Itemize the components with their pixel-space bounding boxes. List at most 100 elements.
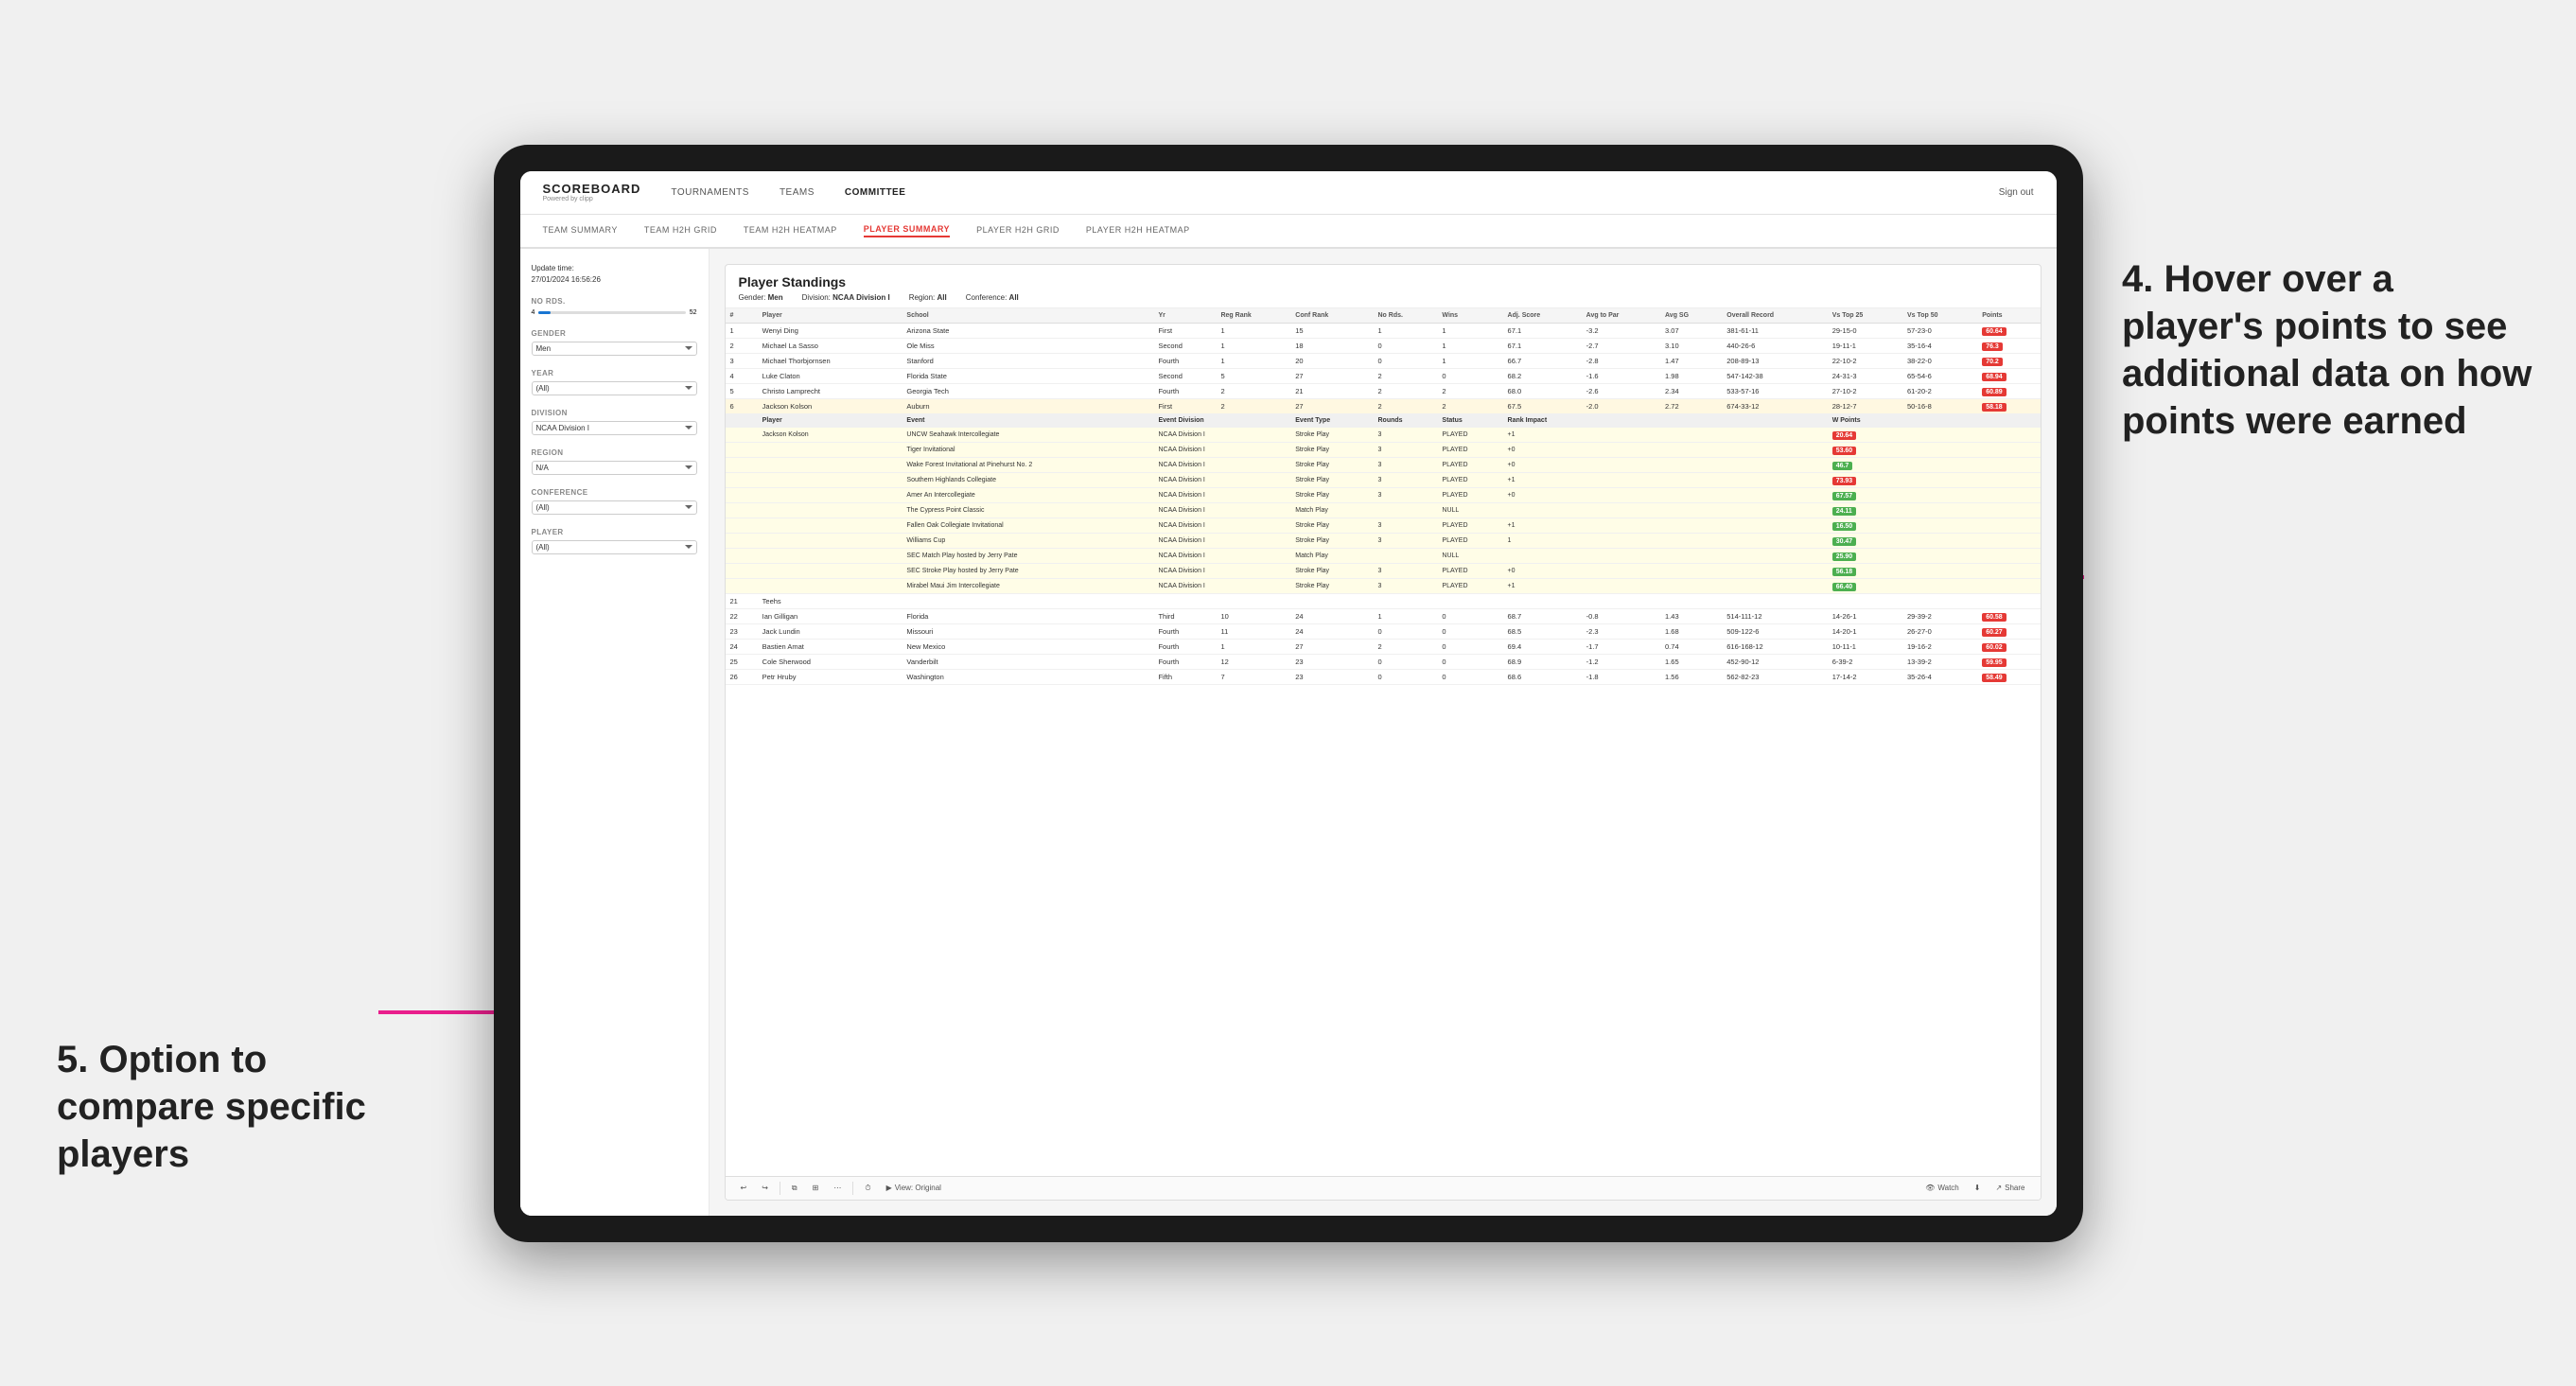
- event-points-badge[interactable]: 66.40: [1832, 583, 1857, 591]
- nav-committee[interactable]: COMMITTEE: [845, 187, 906, 198]
- col-reg-rank: Reg Rank: [1216, 308, 1290, 324]
- update-time-label: Update time:: [532, 264, 697, 272]
- nav-right: Sign out: [1999, 187, 2034, 198]
- event-points-badge[interactable]: 24.11: [1832, 507, 1856, 516]
- clock-button[interactable]: ⏱: [861, 1182, 874, 1195]
- watch-button[interactable]: 👁 Watch: [1921, 1182, 1963, 1194]
- event-row: Wake Forest Invitational at Pinehurst No…: [726, 457, 2041, 472]
- sidebar: Update time: 27/01/2024 16:56:26 No Rds.…: [520, 249, 710, 1216]
- download-button[interactable]: ⬇: [1971, 1182, 1985, 1194]
- nav-teams[interactable]: TEAMS: [780, 187, 815, 198]
- paste-button[interactable]: ⊞: [809, 1182, 823, 1194]
- logo-area: SCOREBOARD Powered by clipp: [543, 182, 641, 202]
- event-points-badge[interactable]: 20.64: [1832, 431, 1857, 440]
- col-avg-to-par: Avg to Par: [1582, 308, 1660, 324]
- watch-label: Watch: [1937, 1184, 1958, 1192]
- sidebar-division: Division NCAA Division I: [532, 409, 697, 435]
- filter-gender: Gender: Men: [739, 293, 783, 302]
- sign-out-link[interactable]: Sign out: [1999, 187, 2034, 198]
- points-badge[interactable]: 59.95: [1982, 658, 2006, 667]
- right-annotation-text: 4. Hover over a player's points to see a…: [2122, 255, 2538, 445]
- points-badge[interactable]: 76.3: [1982, 342, 2003, 351]
- region-select[interactable]: N/A: [532, 461, 697, 475]
- logo-subtitle: Powered by clipp: [543, 196, 641, 202]
- tab-team-h2h-heatmap[interactable]: TEAM H2H HEATMAP: [744, 225, 837, 237]
- points-badge[interactable]: 58.49: [1982, 674, 2006, 682]
- logo-title: SCOREBOARD: [543, 182, 641, 196]
- view-icon: ▶: [886, 1184, 892, 1192]
- col-points: Points: [1977, 308, 2040, 324]
- event-row: The Cypress Point Classic NCAA Division …: [726, 502, 2041, 518]
- sidebar-region: Region N/A: [532, 448, 697, 475]
- table-row: 23 Jack Lundin Missouri Fourth 11 24 0 0…: [726, 623, 2041, 639]
- table-row: 24 Bastien Amat New Mexico Fourth 1 27 2…: [726, 639, 2041, 654]
- tab-team-summary[interactable]: TEAM SUMMARY: [543, 225, 618, 237]
- event-points-badge[interactable]: 16.50: [1832, 522, 1857, 531]
- tab-team-h2h-grid[interactable]: TEAM H2H GRID: [644, 225, 717, 237]
- event-points-badge[interactable]: 56.18: [1832, 568, 1857, 576]
- event-row: Fallen Oak Collegiate Invitational NCAA …: [726, 518, 2041, 533]
- points-badge-highlighted[interactable]: 58.18: [1982, 403, 2006, 412]
- col-conf-rank: Conf Rank: [1290, 308, 1373, 324]
- gender-select[interactable]: Men: [532, 342, 697, 356]
- event-row: Southern Highlands Collegiate NCAA Divis…: [726, 472, 2041, 487]
- event-points-badge[interactable]: 30.47: [1832, 537, 1857, 546]
- sidebar-no-rds: No Rds. 4 52: [532, 297, 697, 316]
- copy-button[interactable]: ⧉: [788, 1182, 801, 1195]
- event-row: Jackson Kolson UNCW Seahawk Intercollegi…: [726, 427, 2041, 442]
- event-points-badge[interactable]: 53.60: [1832, 447, 1857, 455]
- table-row: 25 Cole Sherwood Vanderbilt Fourth 12 23…: [726, 654, 2041, 669]
- event-points-badge[interactable]: 67.57: [1832, 492, 1857, 500]
- sidebar-player: Player (All): [532, 528, 697, 554]
- toolbar-right: 👁 Watch ⬇ ↗ Share: [1921, 1182, 2028, 1194]
- view-original-button[interactable]: ▶ View: Original: [883, 1182, 945, 1194]
- tablet-screen: SCOREBOARD Powered by clipp TOURNAMENTS …: [520, 171, 2057, 1216]
- points-badge[interactable]: 60.89: [1982, 388, 2006, 396]
- nav-tournaments[interactable]: TOURNAMENTS: [671, 187, 749, 198]
- col-school: School: [902, 308, 1153, 324]
- table-row: 2 Michael La Sasso Ole Miss Second 1 18 …: [726, 338, 2041, 353]
- col-vs-top50: Vs Top 50: [1902, 308, 1977, 324]
- year-select[interactable]: (All): [532, 381, 697, 395]
- gender-label: Gender: [532, 329, 697, 338]
- standings-filters: Gender: Men Division: NCAA Division I Re…: [739, 293, 2027, 302]
- tab-player-h2h-heatmap[interactable]: PLAYER H2H HEATMAP: [1086, 225, 1190, 237]
- division-select[interactable]: NCAA Division I: [532, 421, 697, 435]
- player-select[interactable]: (All): [532, 540, 697, 554]
- bottom-toolbar: ↩ ↪ ⧉ ⊞ ⋯ ⏱ ▶ View: Original: [726, 1176, 2041, 1200]
- event-points-badge[interactable]: 46.7: [1832, 462, 1853, 470]
- points-badge[interactable]: 70.2: [1982, 358, 2003, 366]
- filter-conference: Conference: All: [966, 293, 1019, 302]
- points-badge[interactable]: 60.27: [1982, 628, 2006, 637]
- slider-min: 4: [532, 309, 535, 316]
- col-wins: Wins: [1437, 308, 1502, 324]
- points-badge[interactable]: 60.64: [1982, 327, 2006, 336]
- slider-bar[interactable]: [538, 311, 685, 314]
- conference-select[interactable]: (All): [532, 500, 697, 515]
- points-badge[interactable]: 60.58: [1982, 613, 2006, 622]
- standings-header: Player Standings Gender: Men Division: N…: [726, 265, 2041, 308]
- event-points-badge[interactable]: 73.93: [1832, 477, 1857, 485]
- points-badge[interactable]: 68.94: [1982, 373, 2006, 381]
- share-button[interactable]: ↗ Share: [1991, 1182, 2028, 1194]
- slider-max: 52: [690, 309, 697, 316]
- redo-button[interactable]: ↪: [758, 1182, 772, 1194]
- event-row: SEC Stroke Play hosted by Jerry Pate NCA…: [726, 563, 2041, 578]
- event-row: Amer An Intercollegiate NCAA Division I …: [726, 487, 2041, 502]
- top-nav: SCOREBOARD Powered by clipp TOURNAMENTS …: [520, 171, 2057, 215]
- tab-player-summary[interactable]: PLAYER SUMMARY: [864, 224, 950, 237]
- player-label: Player: [532, 528, 697, 536]
- standings-container: Player Standings Gender: Men Division: N…: [725, 264, 2042, 1201]
- region-label: Region: [532, 448, 697, 457]
- col-overall-record: Overall Record: [1722, 308, 1827, 324]
- event-points-badge[interactable]: 25.90: [1832, 553, 1857, 561]
- table-row: 4 Luke Claton Florida State Second 5 27 …: [726, 368, 2041, 383]
- tab-player-h2h-grid[interactable]: PLAYER H2H GRID: [976, 225, 1060, 237]
- content-panel: Player Standings Gender: Men Division: N…: [710, 249, 2057, 1216]
- points-badge[interactable]: 60.02: [1982, 643, 2006, 652]
- format-button[interactable]: ⋯: [830, 1182, 845, 1194]
- table-row: 3 Michael Thorbjornsen Stanford Fourth 1…: [726, 353, 2041, 368]
- no-rds-label: No Rds.: [532, 297, 697, 306]
- undo-button[interactable]: ↩: [737, 1182, 751, 1194]
- conference-label: Conference: [532, 488, 697, 497]
